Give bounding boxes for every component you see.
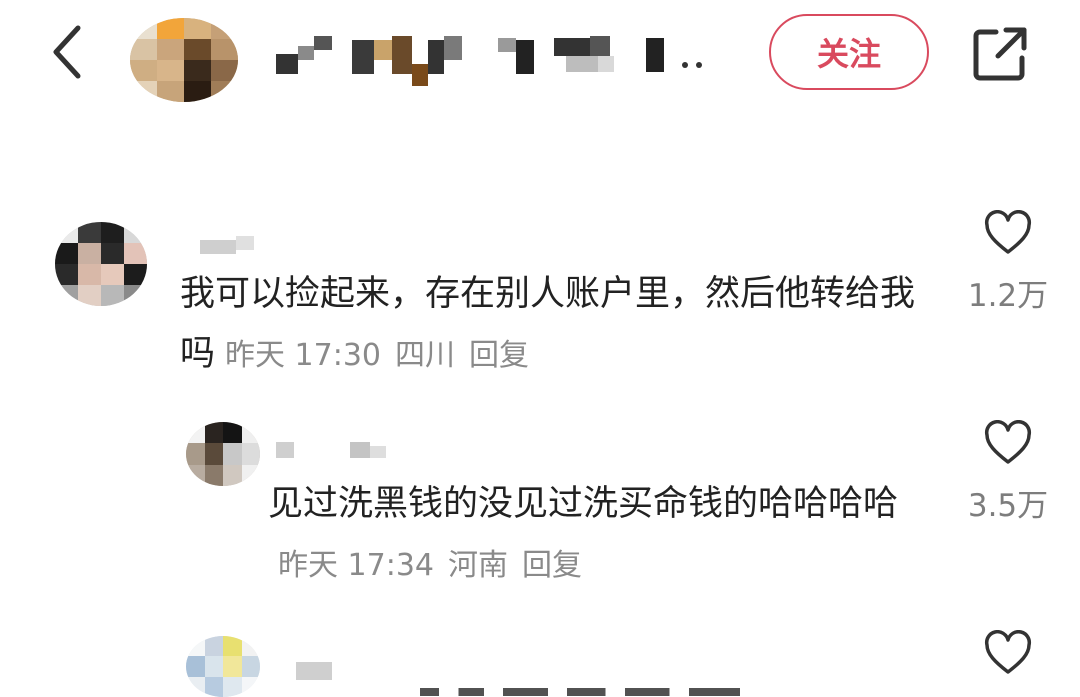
like-count: 3.5万 — [967, 488, 1049, 524]
chevron-left-icon — [53, 25, 81, 79]
commenter-avatar[interactable] — [186, 636, 260, 697]
follow-button[interactable]: 关注 — [769, 14, 929, 90]
reply-button[interactable]: 回复 — [522, 548, 582, 583]
like-button[interactable]: 1.2万 — [960, 210, 1056, 315]
heart-outline-icon — [984, 420, 1032, 464]
like-button[interactable] — [960, 630, 1056, 676]
author-avatar[interactable] — [130, 18, 238, 102]
comment-location: 河南 — [448, 548, 508, 583]
commenter-name-blurred — [200, 236, 260, 256]
heart-outline-icon — [984, 630, 1032, 674]
comment-text: 见过洗黑钱的没见过洗买命钱的哈哈哈哈 — [268, 484, 899, 524]
heart-outline-icon — [984, 210, 1032, 254]
commenter-avatar[interactable] — [55, 222, 147, 306]
share-external-icon — [973, 27, 1027, 81]
comment-meta: 昨天 17:34 河南 回复 — [278, 548, 596, 583]
author-name-blurred — [276, 36, 706, 92]
comment-meta: 昨天 17:30 四川 回复 — [225, 338, 543, 373]
commenter-name-blurred — [276, 440, 396, 460]
comment-body: 见过洗黑钱的没见过洗买命钱的哈哈哈哈昨天 17:34 河南 回复 — [268, 474, 918, 596]
like-button[interactable]: 3.5万 — [960, 420, 1056, 525]
comment-time: 昨天 17:30 — [225, 338, 382, 373]
comment-body: 我可以捡起来，存在别人账户里，然后他转给我吗 昨天 17:30 四川 回复 — [180, 264, 940, 386]
reply-button[interactable]: 回复 — [469, 338, 529, 373]
back-button[interactable] — [40, 20, 96, 84]
share-button[interactable] — [968, 22, 1032, 86]
comment-text-partial — [420, 686, 750, 697]
commenter-avatar[interactable] — [186, 422, 260, 486]
commenter-name-blurred — [296, 660, 336, 680]
like-count: 1.2万 — [967, 278, 1049, 314]
comment-location: 四川 — [395, 338, 456, 373]
comment-time: 昨天 17:34 — [278, 548, 434, 583]
